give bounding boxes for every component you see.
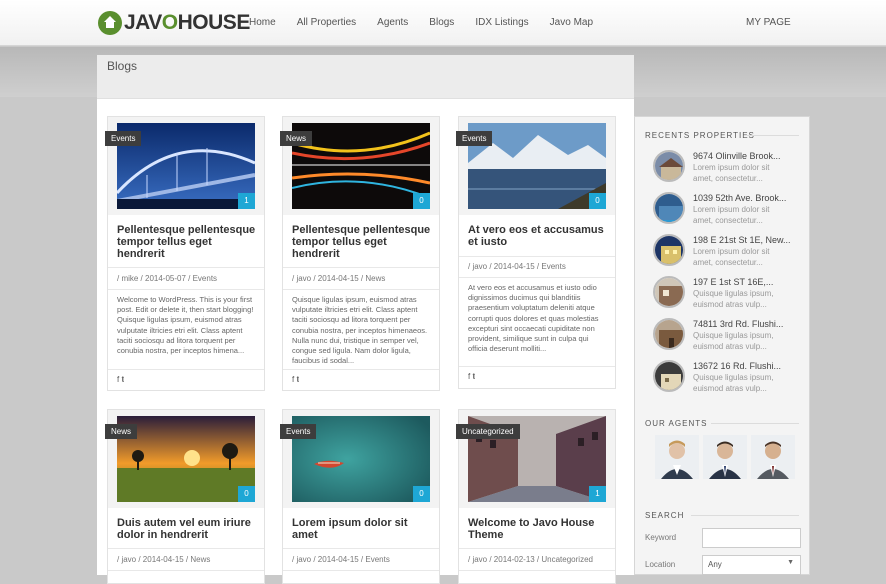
agent-photo[interactable]: [703, 435, 747, 479]
comment-count: 0: [589, 193, 606, 209]
location-label: Location: [645, 560, 676, 569]
blog-card: Uncategorized 1 Welcome to Javo House Th…: [456, 409, 616, 584]
recent-property-item[interactable]: 197 E 1st ST 16E,... Quisque ligulas ips…: [653, 276, 803, 310]
property-desc: Lorem ipsum dolor sit amet, consectetur.…: [693, 205, 770, 225]
property-title[interactable]: 9674 Olinville Brook...: [693, 151, 781, 161]
nav-javo-map[interactable]: Javo Map: [550, 17, 593, 28]
nav-agents[interactable]: Agents: [377, 17, 408, 28]
property-title[interactable]: 74811 3rd Rd. Flushi...: [693, 319, 783, 329]
comment-count: 1: [238, 193, 255, 209]
social-share-icons[interactable]: f 𝐭: [292, 375, 299, 385]
recent-property-item[interactable]: 13672 16 Rd. Flushi... Quisque ligulas i…: [653, 360, 803, 394]
post-title[interactable]: Lorem ipsum dolor sit amet: [292, 517, 432, 541]
property-title[interactable]: 1039 52th Ave. Brook...: [693, 193, 786, 203]
post-meta: / mike / 2014-05-07 / Events: [117, 274, 218, 283]
property-desc: Quisque ligulas ipsum, euismod atras vul…: [693, 373, 774, 393]
sidebar: RECENTS PROPERTIES 9674 Olinville Brook.…: [634, 116, 810, 575]
post-meta: / javo / 2014-04-15 / Events: [292, 555, 390, 564]
recent-property-item[interactable]: 198 E 21st St 1E, New... Lorem ipsum dol…: [653, 234, 803, 268]
property-title[interactable]: 13672 16 Rd. Flushi...: [693, 361, 781, 371]
property-thumbnail[interactable]: [653, 234, 685, 266]
keyword-input[interactable]: [702, 528, 801, 548]
post-title[interactable]: At vero eos et accusamus et iusto: [468, 224, 608, 248]
blog-card: News 0 Duis autem vel eum iriure dolor i…: [105, 409, 265, 584]
category-badge[interactable]: Events: [456, 131, 493, 146]
blog-card: News 0 Pellentesque pellentesque tempor …: [280, 116, 440, 391]
post-title[interactable]: Pellentesque pellentesque tempor tellus …: [117, 224, 257, 260]
my-page-link[interactable]: MY PAGE: [746, 17, 791, 28]
main-content: Blogs Events 1 Pellentesque pellentesque…: [97, 55, 634, 584]
post-thumbnail[interactable]: [117, 416, 255, 502]
category-badge[interactable]: Events: [105, 131, 142, 146]
recent-property-item[interactable]: 9674 Olinville Brook... Lorem ipsum dolo…: [653, 150, 803, 184]
keyword-label: Keyword: [645, 533, 677, 542]
page-title: Blogs: [107, 59, 138, 73]
comment-count: 1: [589, 486, 606, 502]
property-desc: Quisque ligulas ipsum, euismod atras vul…: [693, 331, 774, 351]
property-desc: Quisque ligulas ipsum, euismod atras vul…: [693, 289, 774, 309]
category-badge[interactable]: Uncategorized: [456, 424, 520, 439]
property-title[interactable]: 197 E 1st ST 16E,...: [693, 277, 773, 287]
our-agents-heading: OUR AGENTS: [645, 419, 708, 428]
logo-text: JAVOHOUSE: [124, 11, 250, 34]
location-selected-value: Any: [708, 560, 722, 569]
blog-card: Events 0 Lorem ipsum dolor sit amet / ja…: [280, 409, 440, 584]
page-title-bar: Blogs: [97, 55, 634, 99]
agent-photo[interactable]: [655, 435, 699, 479]
property-desc: Lorem ipsum dolor sit amet, consectetur.…: [693, 247, 770, 267]
category-badge[interactable]: Events: [280, 424, 317, 439]
top-header: JAVOHOUSE Home All Properties Agents Blo…: [0, 0, 886, 46]
nav-idx-listings[interactable]: IDX Listings: [475, 17, 528, 28]
property-thumbnail[interactable]: [653, 318, 685, 350]
post-meta: / javo / 2014-04-15 / News: [292, 274, 386, 283]
chevron-down-icon: ▼: [787, 559, 794, 566]
blog-card: Events 0 At vero eos et accusamus et ius…: [456, 116, 616, 389]
category-badge[interactable]: News: [105, 424, 138, 439]
post-meta: / javo / 2014-02-13 / Uncategorized: [468, 555, 593, 564]
post-excerpt: Quisque ligulas ipsum, euismod atras vul…: [292, 295, 428, 366]
comment-count: 0: [413, 193, 430, 209]
post-thumbnail[interactable]: [292, 123, 430, 209]
property-thumbnail[interactable]: [653, 192, 685, 224]
post-excerpt: At vero eos et accusamus et iusto odio d…: [468, 283, 599, 354]
social-share-icons[interactable]: f 𝐭: [468, 372, 475, 382]
nav-all-properties[interactable]: All Properties: [297, 17, 356, 28]
search-heading: SEARCH: [645, 511, 685, 520]
recent-property-item[interactable]: 74811 3rd Rd. Flushi... Quisque ligulas …: [653, 318, 803, 352]
comment-count: 0: [238, 486, 255, 502]
post-title[interactable]: Pellentesque pellentesque tempor tellus …: [292, 224, 432, 260]
nav-blogs[interactable]: Blogs: [429, 17, 454, 28]
post-title[interactable]: Duis autem vel eum iriure dolor in hendr…: [117, 517, 257, 541]
house-logo-icon: [98, 11, 122, 35]
nav-home[interactable]: Home: [249, 17, 276, 28]
post-excerpt: Welcome to WordPress. This is your first…: [117, 295, 254, 356]
property-thumbnail[interactable]: [653, 276, 685, 308]
post-title[interactable]: Welcome to Javo House Theme: [468, 517, 608, 541]
property-thumbnail[interactable]: [653, 150, 685, 182]
blog-card: Events 1 Pellentesque pellentesque tempo…: [105, 116, 265, 391]
property-desc: Lorem ipsum dolor sit amet, consectetur.…: [693, 163, 770, 183]
property-title[interactable]: 198 E 21st St 1E, New...: [693, 235, 791, 245]
social-share-icons[interactable]: f 𝐭: [117, 375, 124, 385]
site-logo[interactable]: JAVOHOUSE: [98, 10, 250, 36]
recent-property-item[interactable]: 1039 52th Ave. Brook... Lorem ipsum dolo…: [653, 192, 803, 226]
comment-count: 0: [413, 486, 430, 502]
location-select[interactable]: Any ▼: [702, 555, 801, 575]
agent-photo[interactable]: [751, 435, 795, 479]
property-thumbnail[interactable]: [653, 360, 685, 392]
recent-properties-heading: RECENTS PROPERTIES: [645, 131, 755, 140]
category-badge[interactable]: News: [280, 131, 313, 146]
post-meta: / javo / 2014-04-15 / Events: [468, 262, 566, 271]
main-nav: Home All Properties Agents Blogs IDX Lis…: [249, 17, 614, 28]
post-meta: / javo / 2014-04-15 / News: [117, 555, 211, 564]
